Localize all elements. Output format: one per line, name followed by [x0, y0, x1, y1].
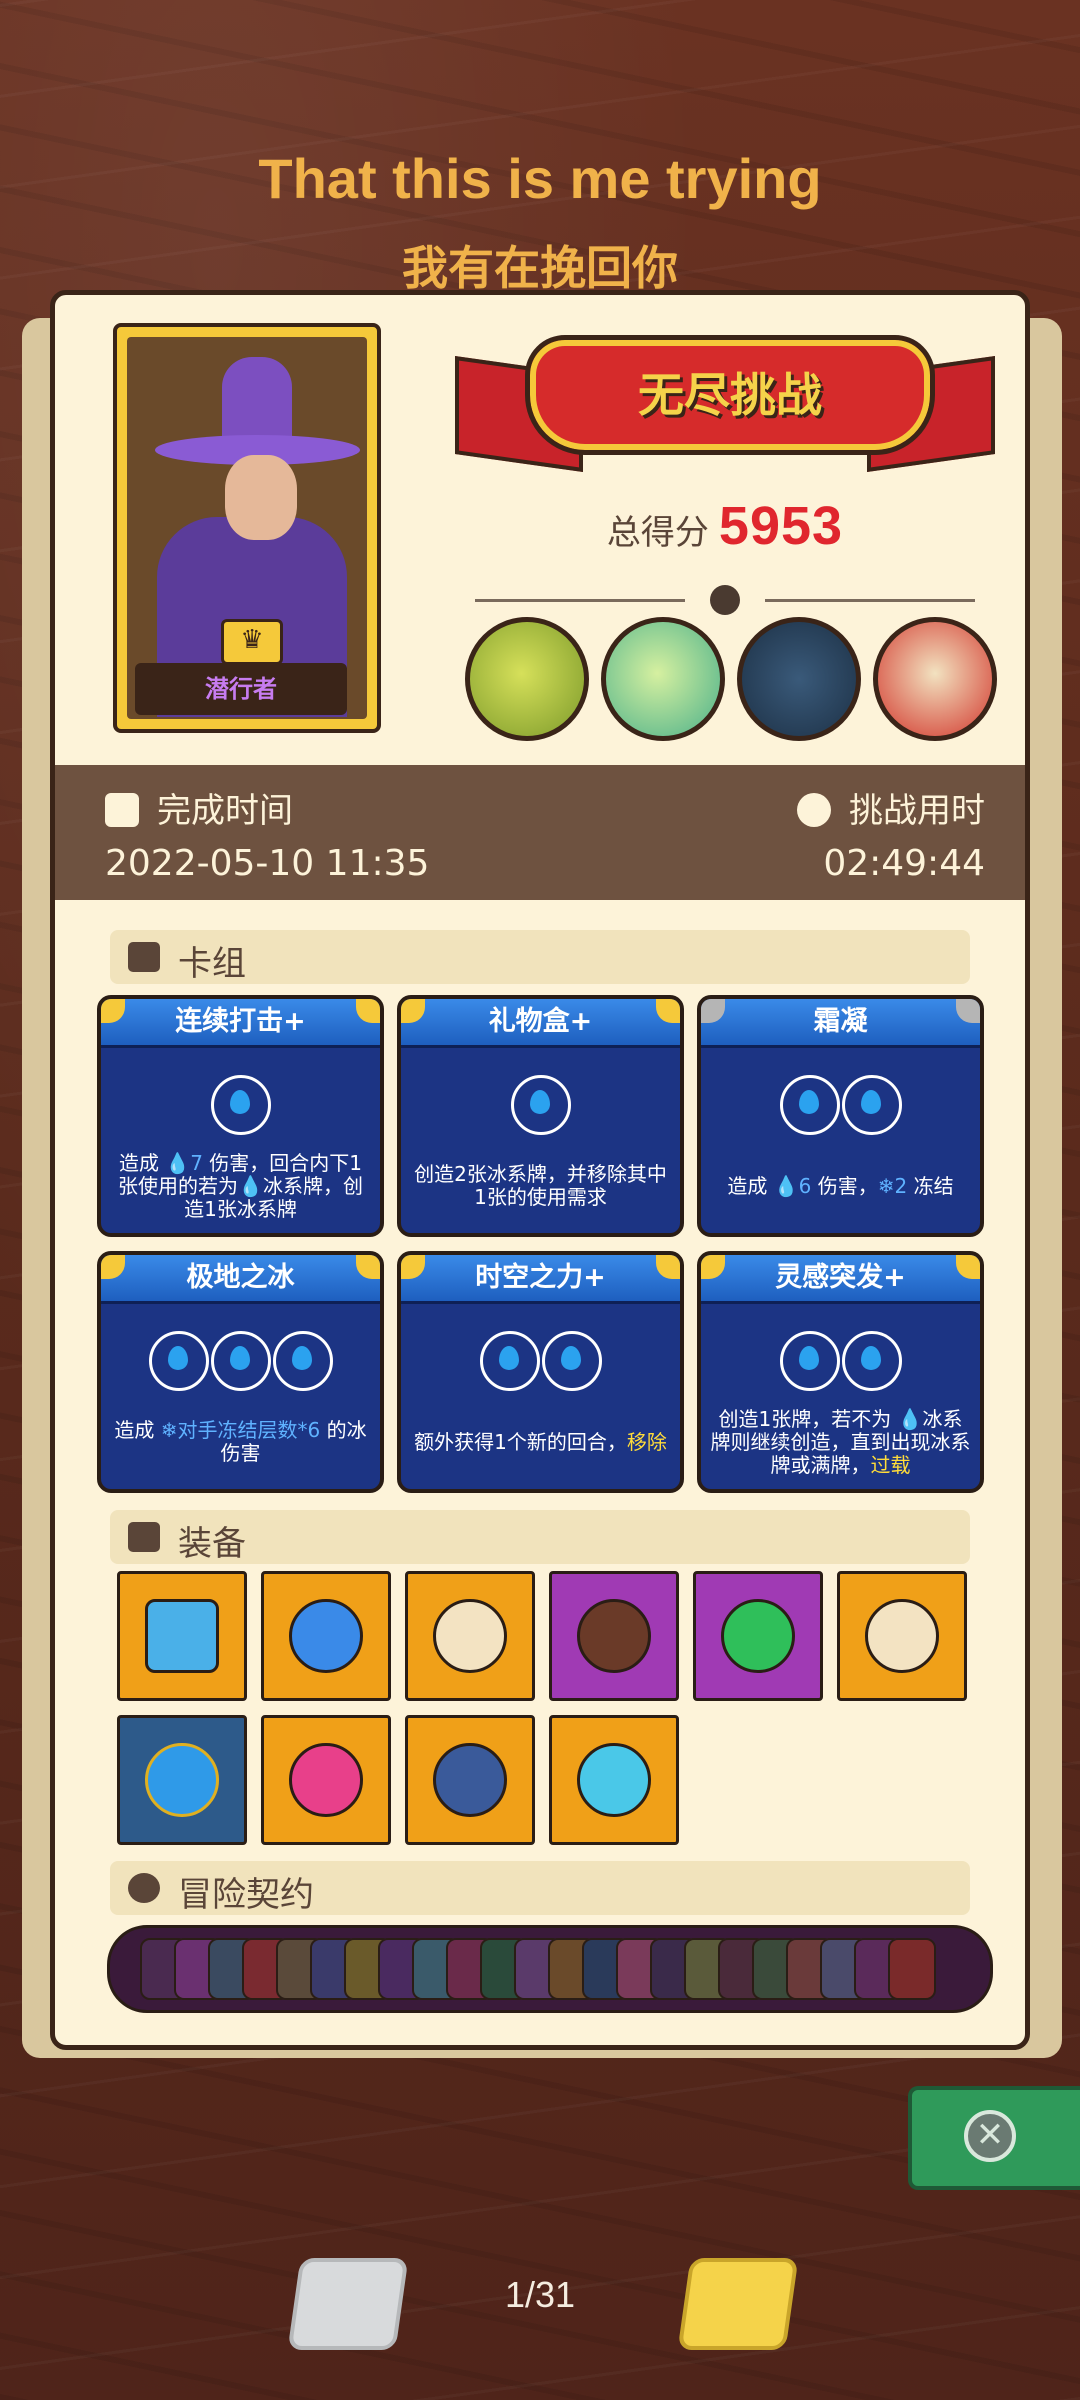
- hero-nameplate: 潜行者: [135, 663, 347, 715]
- hexagram-icon[interactable]: [405, 1715, 535, 1845]
- time-info-bar: 完成时间 挑战用时 2022-05-10 11:35 02:49:44: [55, 765, 1025, 900]
- elapsed-value: 02:49:44: [823, 843, 985, 884]
- result-panel: ♛ 潜行者 无尽挑战 总得分 5953 完成时间 挑战用时 2022-05-10 …: [50, 290, 1030, 2050]
- challenge-banner: 无尽挑战: [455, 325, 995, 485]
- score-label: 总得分: [606, 513, 709, 553]
- button-icon[interactable]: [549, 1571, 679, 1701]
- defeated-bosses: [465, 617, 1005, 747]
- box-icon: [128, 1522, 160, 1552]
- boss-knight-icon[interactable]: [737, 617, 861, 741]
- deck-section-header: 卡组: [110, 930, 970, 984]
- card-title: 灵感突发+: [701, 1255, 980, 1304]
- hero-face: [225, 455, 297, 540]
- title-english: That this is me trying: [258, 147, 822, 210]
- card-5[interactable]: 时空之力+ 额外获得1个新的回合，移除: [397, 1251, 684, 1493]
- close-icon: ✕: [964, 2110, 1016, 2162]
- mushroom-icon[interactable]: [261, 1571, 391, 1701]
- water-drop-icon: [510, 1075, 571, 1135]
- water-drop-icon: [841, 1331, 902, 1391]
- hero-name: 潜行者: [205, 675, 277, 703]
- divider-line-right: [765, 599, 975, 602]
- water-drop-icon: [779, 1075, 840, 1135]
- cards-icon: [128, 942, 160, 972]
- fire-orb-icon[interactable]: [261, 1715, 391, 1845]
- boss-skeleton-lizard-icon[interactable]: [465, 617, 589, 741]
- title-chinese: 我有在挽回你: [402, 241, 678, 295]
- banner-title: 无尽挑战: [638, 368, 822, 422]
- clover-icon[interactable]: [693, 1571, 823, 1701]
- water-drop-icon: [210, 1331, 271, 1391]
- water-drop-icon: 💧: [238, 1173, 263, 1198]
- water-drop-icon: 💧: [897, 1406, 923, 1431]
- card-description: 造成 💧6 伤害，❄2 冻结: [727, 1173, 954, 1198]
- banner-main: 无尽挑战: [525, 335, 935, 455]
- score-value: 5953: [718, 496, 844, 556]
- ice-crest-icon[interactable]: [549, 1715, 679, 1845]
- contract-title: 冒险契约: [178, 1875, 314, 1915]
- hero-hat: [222, 357, 292, 447]
- card-6[interactable]: 灵感突发+ 创造1张牌，若不为 💧冰系牌则继续创造，直到出现冰系牌或满牌，过载: [697, 1251, 984, 1493]
- card-3[interactable]: 霜凝 造成 💧6 伤害，❄2 冻结: [697, 995, 984, 1237]
- card-4[interactable]: 极地之冰 造成 ❄对手冻结层数*6 的冰伤害: [97, 1251, 384, 1493]
- contract-strip[interactable]: [107, 1925, 993, 2013]
- water-drop-icon: [841, 1075, 902, 1135]
- card-title: 礼物盒+: [401, 999, 680, 1048]
- close-button[interactable]: ✕: [908, 2086, 1080, 2190]
- boss-fire-lord-icon[interactable]: [873, 617, 997, 741]
- boss-divider: [455, 585, 995, 615]
- elapsed-label: 挑战用时: [849, 791, 985, 831]
- boss-sea-dragon-icon[interactable]: [601, 617, 725, 741]
- page-indicator: 1/31: [504, 2274, 576, 2315]
- water-drop-icon: [779, 1331, 840, 1391]
- card-title: 霜凝: [701, 999, 980, 1048]
- spiked-ball-icon[interactable]: [837, 1571, 967, 1701]
- card-description: 创造1张牌，若不为 💧冰系牌则继续创造，直到出现冰系牌或满牌，过载: [710, 1406, 971, 1477]
- card-description: 造成 💧7 伤害，回合内下1张使用的若为💧冰系牌，创造1张冰系牌: [118, 1150, 363, 1221]
- water-drop-icon: 💧: [165, 1150, 191, 1175]
- total-score: 总得分 5953: [455, 495, 995, 557]
- stopwatch-icon: [797, 792, 831, 827]
- card-description: 造成 ❄对手冻结层数*6 的冰伤害: [114, 1418, 367, 1465]
- shield-disc-icon[interactable]: [405, 1571, 535, 1701]
- card-title: 极地之冰: [101, 1255, 380, 1304]
- card-description: 额外获得1个新的回合，移除: [414, 1429, 667, 1454]
- crown-icon: ♛: [221, 619, 283, 665]
- calendar-icon: [105, 792, 139, 827]
- card-title: 时空之力+: [401, 1255, 680, 1304]
- person-icon: [128, 1873, 160, 1903]
- skull-icon: [710, 585, 740, 615]
- snowflake-icon: ❄: [877, 1173, 895, 1198]
- water-drop-icon: 💧: [773, 1173, 799, 1198]
- water-drop-icon: [210, 1075, 271, 1135]
- water-drop-icon: [148, 1331, 209, 1391]
- water-drop-icon: [479, 1331, 540, 1391]
- water-gem-icon[interactable]: [117, 1715, 247, 1845]
- next-page-button[interactable]: [677, 2258, 799, 2350]
- deck-title: 卡组: [178, 944, 246, 984]
- divider-line-left: [475, 599, 685, 602]
- snowflake-icon: ❄: [160, 1418, 178, 1442]
- potion-bottle-icon[interactable]: [117, 1571, 247, 1701]
- equipment-section-header: 装备: [110, 1510, 970, 1564]
- pager: 1/31: [0, 2254, 1080, 2354]
- finish-time-value: 2022-05-10 11:35: [105, 843, 430, 884]
- water-drop-icon: [541, 1331, 602, 1391]
- prev-page-button[interactable]: [287, 2258, 409, 2350]
- equipment-title: 装备: [178, 1524, 246, 1564]
- contract-chip: [888, 1938, 936, 2000]
- card-description: 创造2张冰系牌，并移除其中1张的使用需求: [414, 1162, 667, 1209]
- card-2[interactable]: 礼物盒+ 创造2张冰系牌，并移除其中1张的使用需求: [397, 995, 684, 1237]
- hero-portrait[interactable]: ♛ 潜行者: [113, 323, 381, 733]
- water-drop-icon: [272, 1331, 333, 1391]
- card-title: 连续打击+: [101, 999, 380, 1048]
- finish-time-label: 完成时间: [157, 791, 293, 831]
- card-1[interactable]: 连续打击+ 造成 💧7 伤害，回合内下1张使用的若为💧冰系牌，创造1张冰系牌: [97, 995, 384, 1237]
- contract-section-header: 冒险契约: [110, 1861, 970, 1915]
